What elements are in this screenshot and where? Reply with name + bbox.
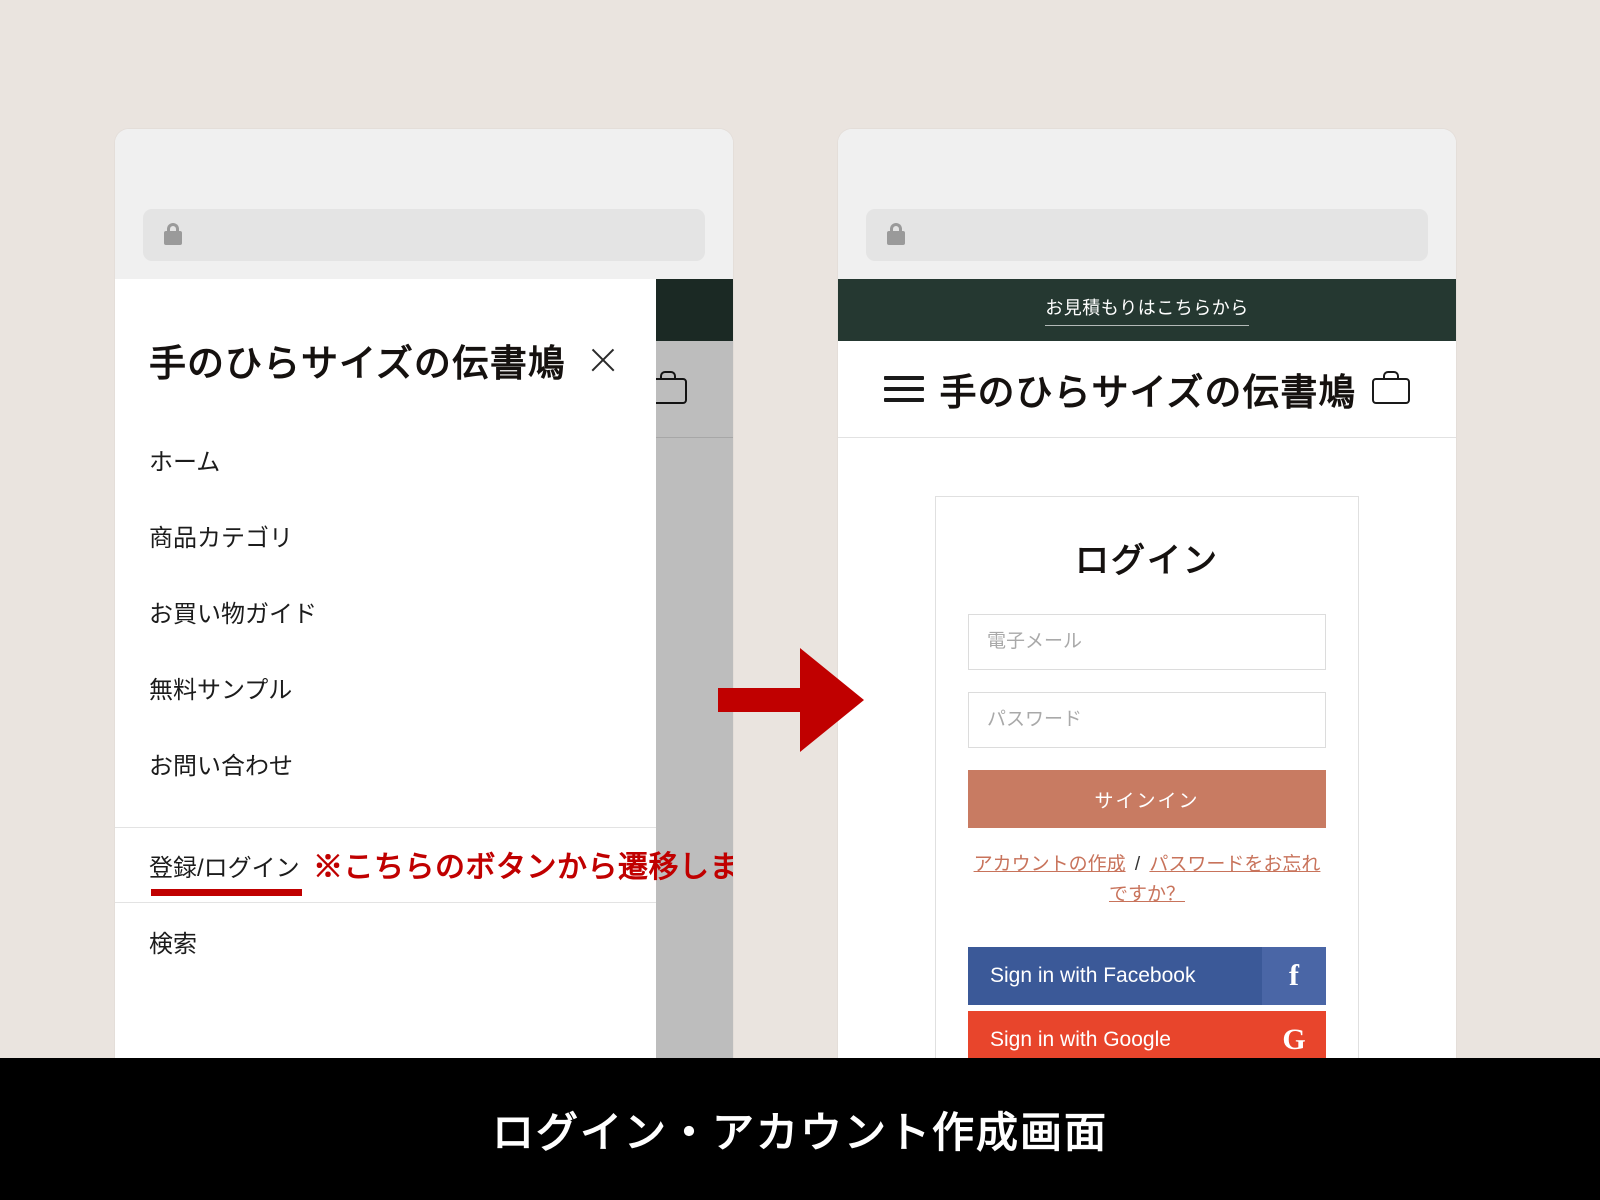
promo-link[interactable]: お見積もりはこちらから [1045, 294, 1249, 326]
drawer-header: 手のひらサイズの伝書鳩 [115, 279, 656, 397]
facebook-icon: f [1262, 946, 1326, 1005]
signin-button[interactable]: サインイン [968, 770, 1326, 828]
screenshot-canvas: お見積もりはこちらから 手のひらサイズの伝書鳩 ログイン サインイン アカウント… [0, 0, 1600, 1200]
brand-title: 手のひらサイズの伝書鳩 [939, 373, 1357, 414]
caption-bar: ログイン・アカウント作成画面 [0, 1058, 1600, 1200]
login-card: ログイン サインイン アカウントの作成 / パスワードをお忘れですか？ Sign… [935, 496, 1359, 1058]
lock-icon [886, 223, 906, 247]
email-input[interactable] [968, 614, 1326, 670]
flow-arrow [718, 648, 864, 752]
google-label: Sign in with Google [990, 1027, 1171, 1051]
shopping-bag-icon[interactable] [1371, 371, 1410, 407]
drawer-menu-list: ホーム 商品カテゴリ お買い物ガイド 無料サンプル お問い合わせ 登録/ログイン… [115, 397, 733, 979]
facebook-label: Sign in with Facebook [990, 963, 1196, 987]
drawer-item-contact[interactable]: お問い合わせ [115, 725, 656, 801]
links-separator: / [1134, 854, 1141, 875]
left-address-bar[interactable] [143, 209, 705, 261]
facebook-signin-button[interactable]: Sign in with Facebook f [968, 946, 1326, 1005]
hamburger-icon[interactable] [884, 376, 924, 402]
alt-links: アカウントの作成 / パスワードをお忘れですか？ [968, 850, 1326, 911]
drawer-item-label: ホーム [149, 448, 221, 476]
right-viewport: お見積もりはこちらから 手のひらサイズの伝書鳩 ログイン サインイン アカウント… [838, 279, 1456, 1058]
login-page-body: ログイン サインイン アカウントの作成 / パスワードをお忘れですか？ Sign… [838, 438, 1456, 1058]
site-header: 手のひらサイズの伝書鳩 [838, 341, 1456, 438]
right-address-bar[interactable] [866, 209, 1428, 261]
annotation-text: ※こちらのボタンから遷移します [313, 851, 733, 884]
drawer-title: 手のひらサイズの伝書鳩 [149, 344, 566, 385]
right-arrow-icon [718, 648, 864, 752]
highlight-underline [151, 888, 302, 896]
caption-text: ログイン・アカウント作成画面 [491, 1110, 1108, 1157]
right-phone-mockup: お見積もりはこちらから 手のひらサイズの伝書鳩 ログイン サインイン アカウント… [838, 129, 1456, 1058]
drawer-item-shopping-guide[interactable]: お買い物ガイド [115, 573, 656, 649]
right-browser-chrome [838, 129, 1456, 279]
drawer-item-label: お買い物ガイド [149, 600, 317, 628]
google-signin-button[interactable]: Sign in with Google G [968, 1010, 1326, 1058]
google-icon: G [1262, 1010, 1326, 1058]
navigation-drawer: 手のひらサイズの伝書鳩 ホーム 商品カテゴリ お買い物ガイド 無料サンプル お問… [115, 279, 733, 1058]
lock-icon [163, 223, 183, 247]
left-viewport: お見積もりはこちらから 手のひらサイズの伝書鳩 ログイン サインイン アカウント… [115, 279, 733, 1058]
left-phone-mockup: お見積もりはこちらから 手のひらサイズの伝書鳩 ログイン サインイン アカウント… [115, 129, 733, 1058]
drawer-item-home[interactable]: ホーム [115, 421, 656, 497]
drawer-item-label: 商品カテゴリ [149, 524, 293, 552]
drawer-item-label: 無料サンプル [149, 676, 293, 704]
drawer-item-category[interactable]: 商品カテゴリ [115, 497, 656, 573]
login-title: ログイン [1075, 543, 1219, 580]
drawer-item-label: お問い合わせ [149, 752, 293, 780]
drawer-item-label: 登録/ログイン [149, 854, 300, 882]
password-input[interactable] [968, 692, 1326, 748]
promo-bar[interactable]: お見積もりはこちらから [838, 279, 1456, 341]
drawer-item-label: 検索 [149, 930, 197, 958]
left-browser-chrome [115, 129, 733, 279]
drawer-item-search[interactable]: 検索 [115, 903, 656, 979]
drawer-item-register-login[interactable]: 登録/ログイン ※こちらのボタンから遷移します [115, 827, 733, 903]
social-buttons: Sign in with Facebook f Sign in with Goo… [968, 946, 1326, 1058]
close-icon[interactable] [588, 345, 618, 375]
drawer-item-label-wrap: 登録/ログイン [149, 848, 302, 896]
create-account-link[interactable]: アカウントの作成 [974, 854, 1126, 875]
drawer-item-free-sample[interactable]: 無料サンプル [115, 649, 656, 725]
